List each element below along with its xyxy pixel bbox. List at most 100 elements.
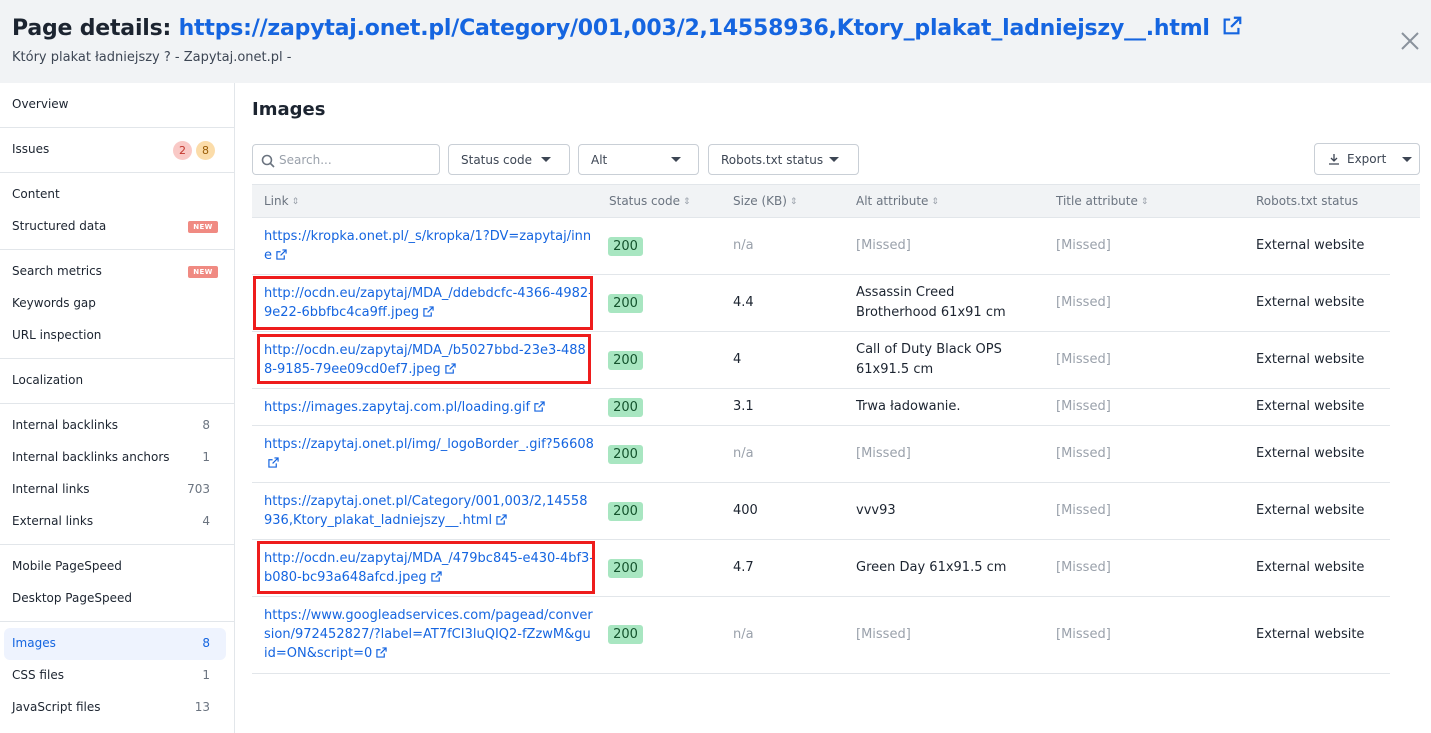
sidebar-item-structured-data[interactable]: Structured data NEW: [0, 211, 234, 243]
sidebar-item-count: 4: [202, 514, 210, 528]
sidebar-item-label: Images: [12, 636, 56, 650]
sidebar-item-mobile-pagespeed[interactable]: Mobile PageSpeed: [0, 551, 234, 583]
image-link-text[interactable]: https://kropka.onet.pl/_s/kropka/1?DV=za…: [264, 229, 591, 263]
sidebar-item-localization[interactable]: Localization: [0, 365, 234, 397]
image-link-text[interactable]: https://images.zapytaj.com.pl/loading.gi…: [264, 400, 530, 415]
image-link[interactable]: https://zapytaj.onet.pl/Category/001,003…: [264, 492, 594, 531]
page-title: Page details: https://zapytaj.onet.pl/Ca…: [12, 15, 1243, 43]
sort-icon: ⇕: [683, 197, 691, 207]
column-header-label: Link: [264, 194, 289, 208]
sidebar-item-content[interactable]: Content: [0, 179, 234, 211]
sidebar-item-search-metrics[interactable]: Search metrics NEW: [0, 256, 234, 288]
sidebar-divider: [0, 172, 234, 173]
new-badge: NEW: [188, 221, 218, 233]
chevron-down-icon: [1402, 157, 1412, 162]
sidebar-item-count: 1: [202, 450, 210, 464]
sidebar-item-label: Structured data: [12, 219, 107, 233]
sidebar-divider: [0, 358, 234, 359]
image-link-text[interactable]: https://zapytaj.onet.pl/img/_logoBorder_…: [264, 437, 594, 452]
sidebar-item-label: Search metrics: [12, 264, 102, 278]
title-value: [Missed]: [1056, 352, 1111, 367]
robots-status-value: External website: [1256, 352, 1365, 367]
sidebar-item-issues[interactable]: Issues 2 8: [0, 134, 234, 166]
image-link-text[interactable]: https://www.googleadservices.com/pagead/…: [264, 608, 593, 661]
sidebar-item-internal-backlinks[interactable]: Internal backlinks 8: [0, 410, 234, 442]
column-header-link[interactable]: Link ⇕: [264, 194, 299, 208]
status-code-filter-dropdown[interactable]: Status code: [448, 144, 570, 175]
column-header-size[interactable]: Size (KB) ⇕: [733, 194, 797, 208]
title-value: [Missed]: [1056, 238, 1111, 253]
image-link[interactable]: https://zapytaj.onet.pl/img/_logoBorder_…: [264, 435, 594, 474]
sidebar-divider: [0, 127, 234, 128]
column-header-label: Title attribute: [1056, 194, 1138, 208]
sidebar-item-keywords-gap[interactable]: Keywords gap: [0, 288, 234, 320]
column-header-label: Alt attribute: [856, 194, 929, 208]
chevron-down-icon: [541, 157, 551, 162]
alt-value: Assassin Creed Brotherhood 61x91 cm: [856, 285, 1006, 320]
table-header: Link ⇕ Status code ⇕ Size (KB) ⇕ Alt attrib…: [252, 184, 1420, 218]
column-header-title[interactable]: Title attribute ⇕: [1056, 194, 1148, 208]
sidebar-item-external-links[interactable]: External links 4: [0, 506, 234, 538]
page-header: Page details: https://zapytaj.onet.pl/Ca…: [0, 0, 1431, 83]
dropdown-label: Alt: [591, 153, 608, 167]
robots-status-filter-dropdown[interactable]: Robots.txt status: [708, 144, 859, 175]
export-label: Export: [1347, 152, 1387, 166]
sidebar-item-label: URL inspection: [12, 328, 102, 342]
alt-value: [Missed]: [856, 627, 911, 642]
sidebar-item-overview[interactable]: Overview: [0, 89, 234, 121]
alt-value: [Missed]: [856, 446, 911, 461]
sidebar-item-label: Issues: [12, 142, 50, 156]
sidebar-item-images[interactable]: Images 8: [4, 628, 226, 660]
search-input[interactable]: [279, 151, 429, 169]
sidebar-item-count: 1: [202, 668, 210, 682]
column-header-label: Size (KB): [733, 194, 787, 208]
external-link-icon[interactable]: [496, 512, 507, 531]
size-value: 400: [733, 503, 758, 518]
image-link[interactable]: https://kropka.onet.pl/_s/kropka/1?DV=za…: [264, 227, 594, 266]
status-code-badge: 200: [608, 398, 643, 417]
external-link-icon[interactable]: [268, 455, 279, 474]
warning-count-badge: 8: [196, 141, 215, 160]
image-link[interactable]: https://images.zapytaj.com.pl/loading.gi…: [264, 398, 594, 418]
sidebar-item-count: 703: [187, 482, 210, 496]
sidebar-item-label: Mobile PageSpeed: [12, 559, 122, 573]
status-code-badge: 200: [608, 237, 643, 256]
external-link-icon[interactable]: [276, 247, 287, 266]
title-value: [Missed]: [1056, 399, 1111, 414]
size-value: 4: [733, 352, 742, 367]
column-header-status-code[interactable]: Status code ⇕: [609, 194, 691, 208]
status-code-badge: 200: [608, 351, 643, 370]
dropdown-label: Status code: [461, 153, 532, 167]
image-link[interactable]: https://www.googleadservices.com/pagead/…: [264, 606, 594, 664]
column-header-label: Robots.txt status: [1256, 194, 1359, 208]
title-value: [Missed]: [1056, 295, 1111, 310]
image-link-text[interactable]: https://zapytaj.onet.pl/Category/001,003…: [264, 494, 587, 528]
sidebar-divider: [0, 621, 234, 622]
external-link-icon[interactable]: [534, 399, 545, 418]
sidebar-item-css-files[interactable]: CSS files 1: [0, 660, 234, 692]
sidebar-item-desktop-pagespeed[interactable]: Desktop PageSpeed: [0, 583, 234, 615]
column-header-alt[interactable]: Alt attribute ⇕: [856, 194, 939, 208]
close-icon[interactable]: [1398, 29, 1422, 53]
status-code-badge: 200: [608, 445, 643, 464]
alt-value: Green Day 61x91.5 cm: [856, 560, 1007, 575]
sidebar-item-internal-backlinks-anchors[interactable]: Internal backlinks anchors 1: [0, 442, 234, 474]
alt-filter-dropdown[interactable]: Alt: [578, 144, 699, 175]
sidebar-item-internal-links[interactable]: Internal links 703: [0, 474, 234, 506]
sidebar: Overview Issues 2 8 Content Structured d…: [0, 83, 235, 733]
sidebar-divider: [0, 544, 234, 545]
sidebar-item-label: JavaScript files: [12, 700, 101, 714]
page-url-link[interactable]: https://zapytaj.onet.pl/Category/001,003…: [179, 16, 1210, 41]
sidebar-item-url-inspection[interactable]: URL inspection: [0, 320, 234, 352]
robots-status-value: External website: [1256, 560, 1365, 575]
external-link-icon[interactable]: [376, 645, 387, 664]
sidebar-item-count: 8: [202, 418, 210, 432]
export-button[interactable]: Export: [1314, 143, 1420, 175]
sidebar-item-javascript-files[interactable]: JavaScript files 13: [0, 692, 234, 724]
external-link-icon[interactable]: [1221, 15, 1243, 43]
sort-icon: ⇕: [931, 197, 939, 207]
search-box[interactable]: [252, 144, 440, 175]
sort-icon: ⇕: [1140, 197, 1149, 207]
sidebar-item-label: Desktop PageSpeed: [12, 591, 132, 605]
table-row: https://zapytaj.onet.pl/img/_logoBorder_…: [252, 426, 1390, 483]
